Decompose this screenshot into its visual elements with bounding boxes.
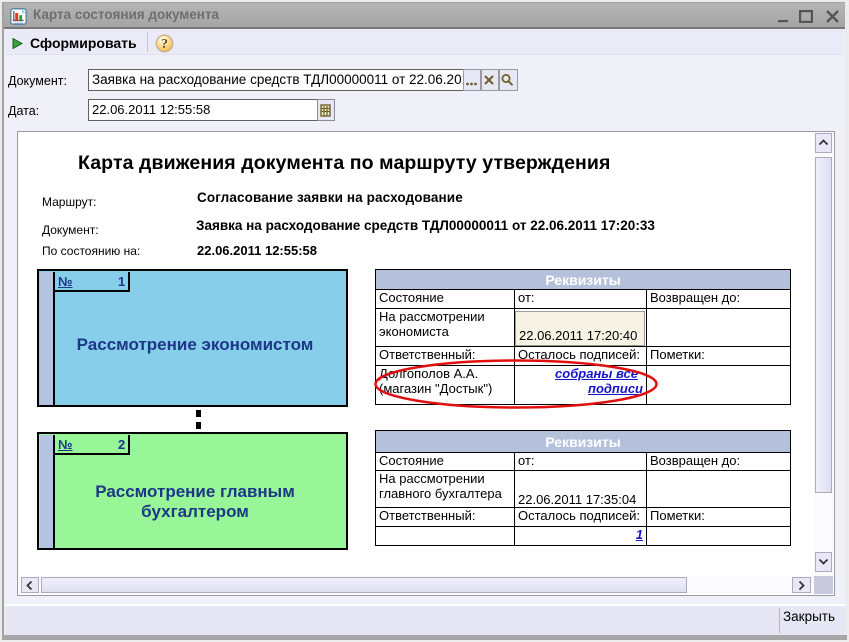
svg-text:?: ? (161, 37, 168, 52)
